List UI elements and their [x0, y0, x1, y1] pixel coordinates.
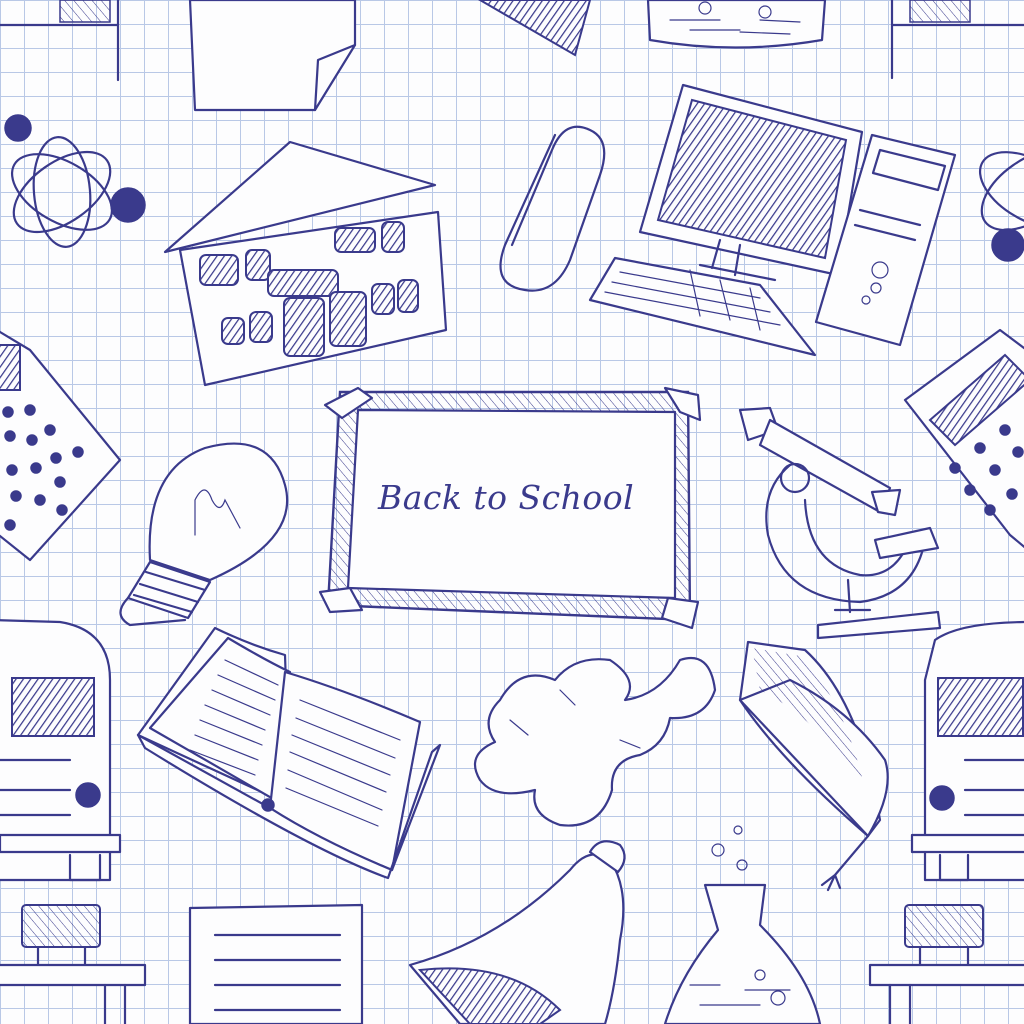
graph-paper-background: Back to School — [0, 0, 1024, 1024]
school-building-icon — [163, 140, 448, 387]
calculator-icon-right — [903, 328, 1024, 549]
light-bulb-icon — [119, 442, 289, 627]
bell-icon — [408, 840, 626, 1024]
atom-icon-right — [978, 148, 1024, 262]
top-left-desk-partial — [0, 0, 120, 82]
top-right-desk-partial — [890, 0, 1024, 80]
puzzle-piece-icon — [473, 657, 717, 827]
graduation-cap-icon — [738, 640, 889, 892]
top-paper-note-icon — [188, 0, 357, 112]
calculator-icon-left — [0, 330, 122, 562]
desk-icon-left — [0, 904, 147, 1024]
school-bus-icon-left — [0, 619, 122, 882]
microscope-icon — [738, 406, 942, 640]
school-bus-icon-right — [910, 620, 1024, 882]
chemistry-flask-icon — [663, 825, 822, 1024]
desk-icon-right — [868, 904, 1024, 1024]
top-flask-partial-icon — [646, 0, 827, 49]
top-triangle-partial-icon — [478, 0, 592, 57]
blackboard-text: Back to School — [378, 478, 635, 517]
lined-paper-icon — [188, 903, 364, 1024]
atom-icon-left — [4, 114, 146, 248]
open-book-icon — [136, 626, 442, 880]
computer-icon — [588, 83, 957, 357]
paper-clip-icon — [499, 125, 606, 292]
